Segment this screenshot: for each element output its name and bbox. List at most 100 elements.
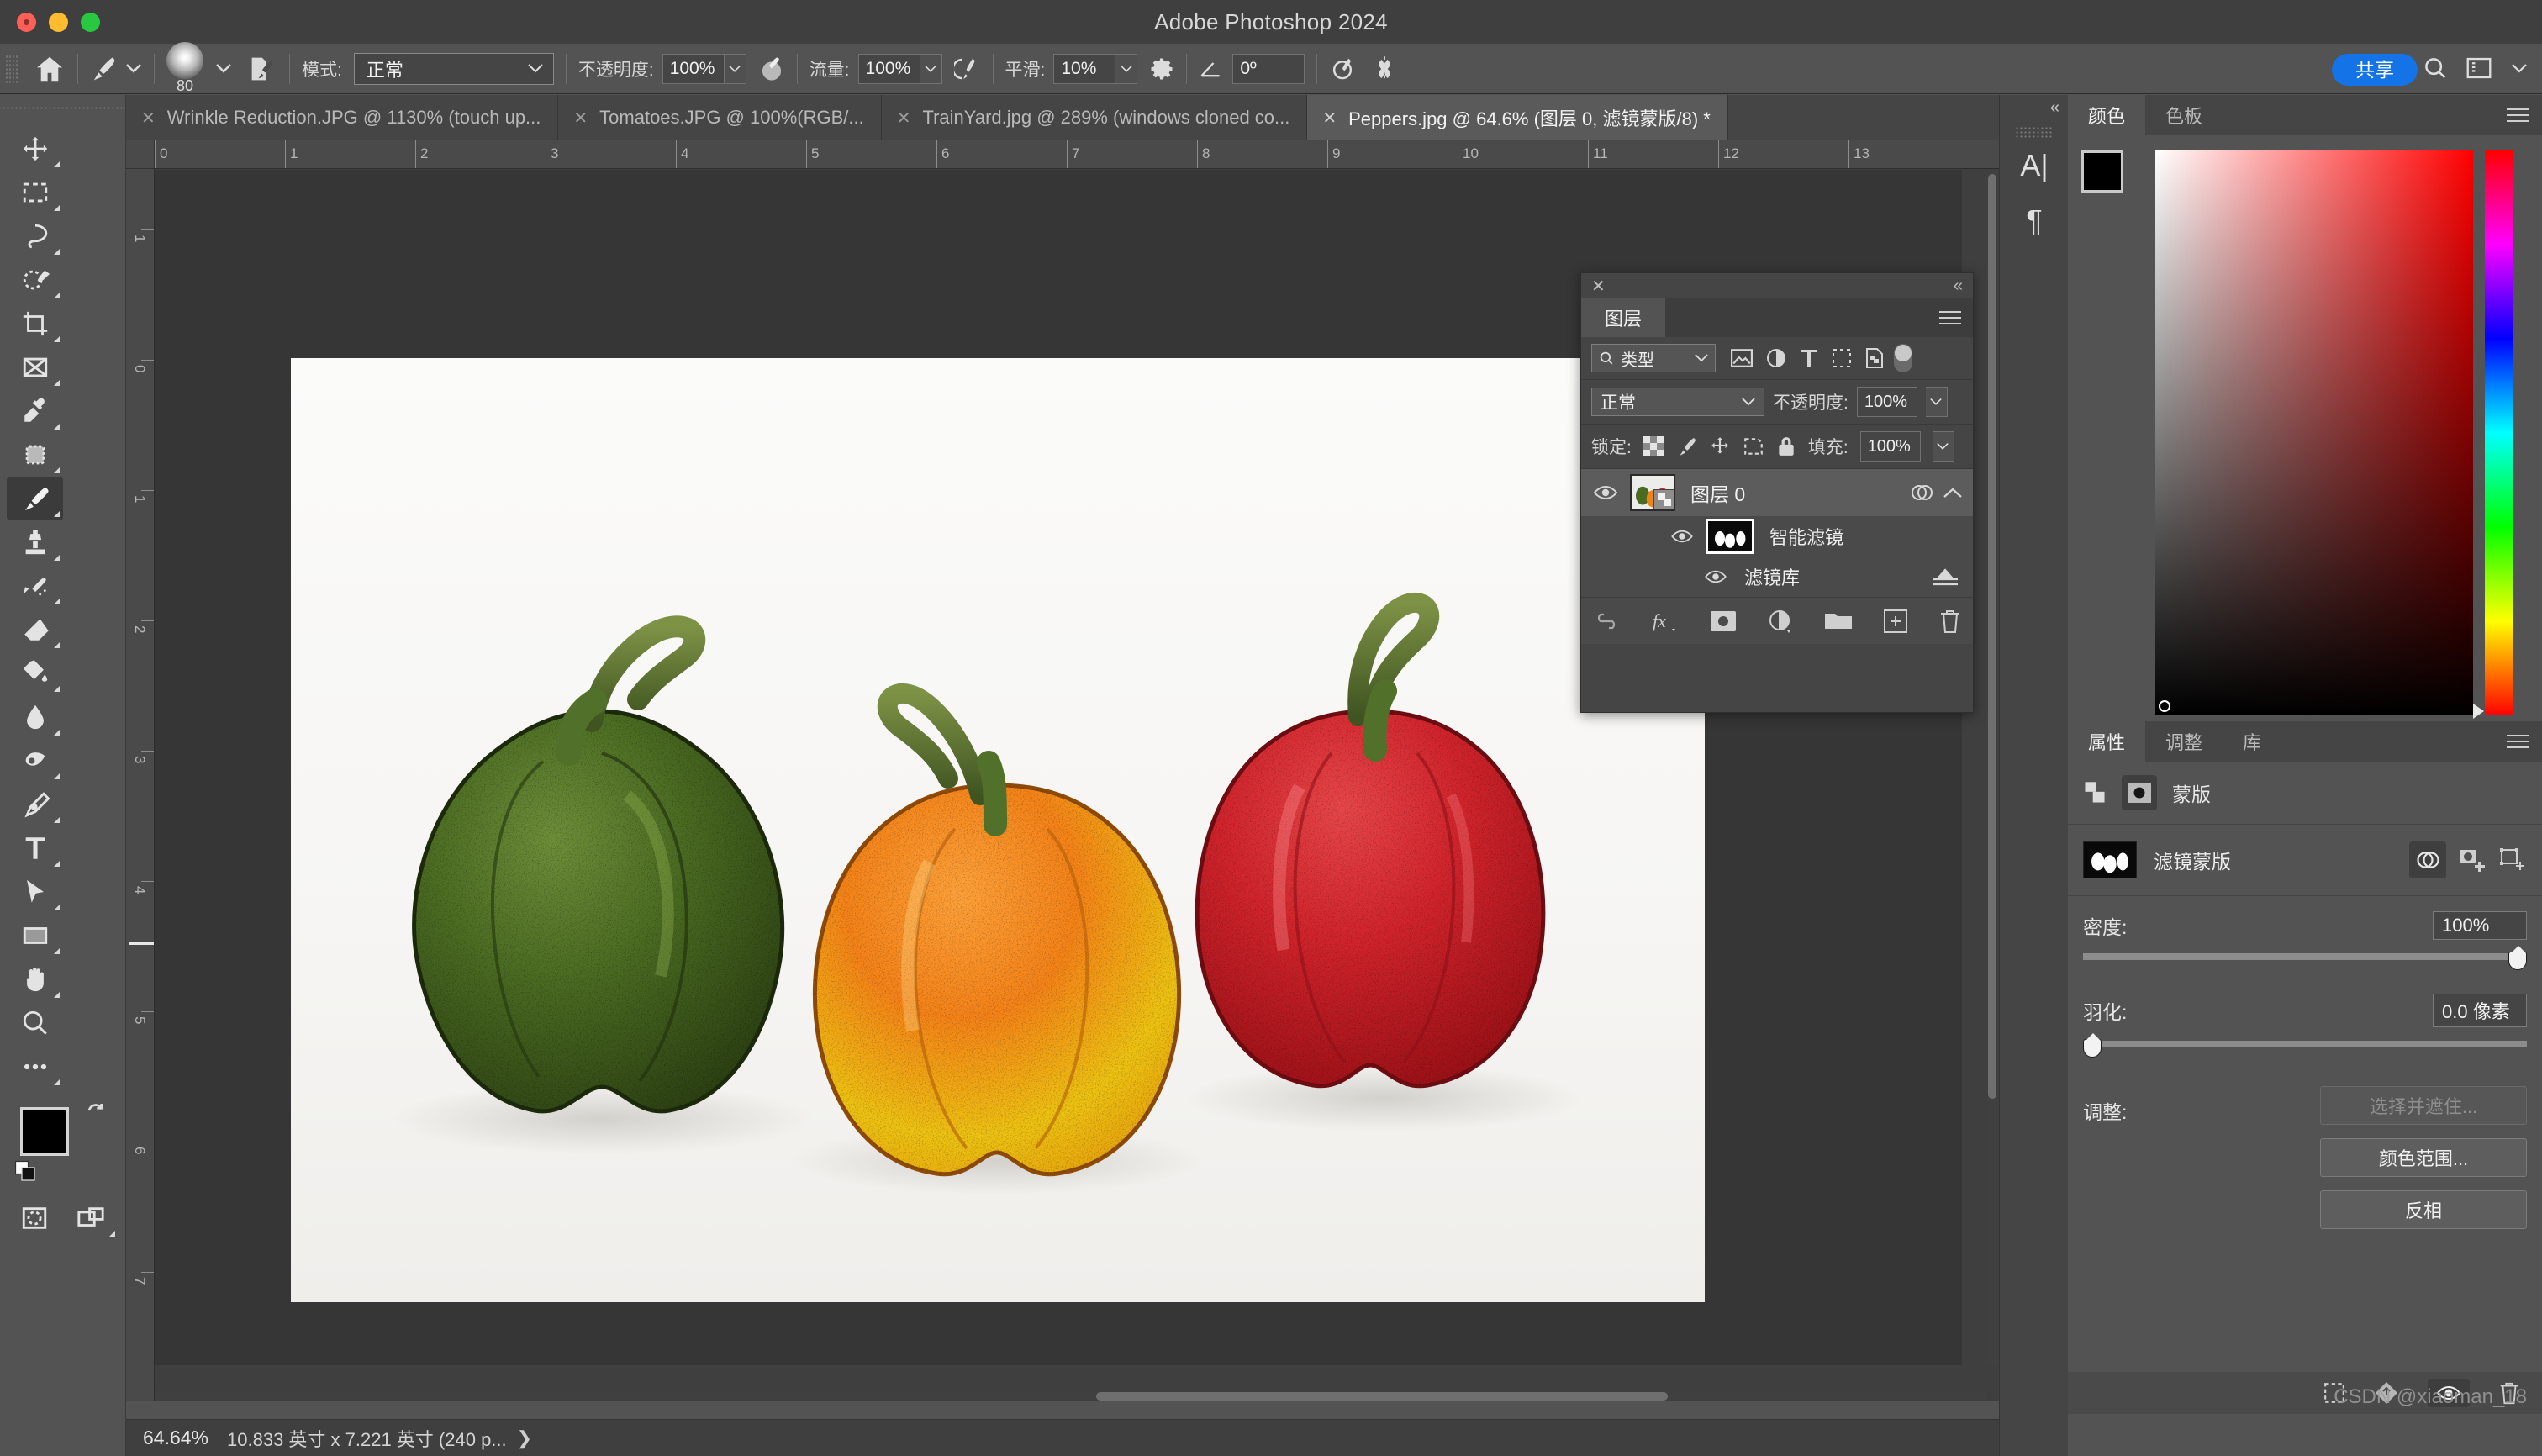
adjustment-layer-icon[interactable] <box>1768 609 1793 634</box>
layer-thumbnail[interactable] <box>1630 474 1675 511</box>
filter-mask-thumbnail[interactable] <box>2083 841 2137 878</box>
clone-stamp-tool[interactable] <box>7 520 63 564</box>
layer-name[interactable]: 图层 0 <box>1690 478 1745 507</box>
pen-tool[interactable] <box>7 783 63 826</box>
brush-size-chevron-down-icon[interactable] <box>215 63 232 74</box>
foreground-color-swatch[interactable] <box>2081 150 2123 193</box>
apply-mask-icon[interactable] <box>2374 1381 2399 1405</box>
close-icon[interactable]: ✕ <box>1322 108 1337 129</box>
hue-slider-marker[interactable] <box>2473 704 2484 719</box>
tab-libraries[interactable]: 库 <box>2223 721 2281 762</box>
vertical-ruler[interactable]: 1 0 1 2 3 4 5 6 7 <box>126 169 155 1401</box>
lock-position-icon[interactable] <box>1709 435 1731 457</box>
layer-opacity-input[interactable]: 100% <box>1856 387 1917 417</box>
home-icon[interactable] <box>34 53 66 85</box>
density-input[interactable]: 100% <box>2433 911 2527 940</box>
shape-filter-icon[interactable] <box>1832 348 1852 368</box>
close-icon[interactable]: ✕ <box>897 108 911 129</box>
layer-fill-chevron-down-icon[interactable] <box>1932 431 1954 462</box>
ruler-corner[interactable] <box>126 140 155 169</box>
tab-swatches[interactable]: 色板 <box>2145 95 2223 135</box>
scrollbar-thumb[interactable] <box>1988 174 1996 1099</box>
shape-tool[interactable] <box>7 914 63 957</box>
feather-input[interactable]: 0.0 像素 <box>2433 994 2527 1027</box>
hue-slider[interactable] <box>2473 150 2513 719</box>
eye-icon[interactable] <box>1704 569 1727 584</box>
brush-settings-icon[interactable] <box>249 55 277 83</box>
layer-row-0[interactable]: 图层 0 <box>1581 469 1973 516</box>
layer-filter-type-select[interactable]: 类型 <box>1591 344 1716 372</box>
add-pixel-mask-icon[interactable] <box>2460 848 2487 872</box>
color-range-button[interactable]: 颜色范围... <box>2320 1138 2527 1177</box>
double-chevron-left-icon[interactable]: « <box>1954 277 1963 296</box>
hamburger-menu-icon[interactable] <box>2507 721 2542 762</box>
opacity-input[interactable]: 100% <box>662 53 725 84</box>
search-icon[interactable] <box>2423 55 2448 81</box>
smart-filters-row[interactable]: 智能滤镜 <box>1581 516 1973 557</box>
eye-icon[interactable] <box>1581 484 1630 501</box>
brush-preset-chevron-down-icon[interactable] <box>125 63 142 74</box>
hand-tool[interactable] <box>7 957 63 1001</box>
delete-layer-icon[interactable] <box>1939 609 1961 634</box>
document-tab-1[interactable]: ✕ Wrinkle Reduction.JPG @ 1130% (touch u… <box>126 95 559 140</box>
layer-style-fx-icon[interactable]: fx <box>1652 609 1679 634</box>
smoothing-chevron-down-icon[interactable] <box>1115 53 1138 84</box>
options-bar-grip[interactable] <box>5 54 18 83</box>
adjustment-filter-icon[interactable] <box>1766 348 1786 368</box>
tab-adjustments[interactable]: 调整 <box>2145 721 2223 762</box>
workspace-icon[interactable] <box>2466 57 2492 79</box>
marquee-tool[interactable] <box>7 171 63 214</box>
dodge-tool[interactable] <box>7 739 63 783</box>
edit-toolbar-ellipsis-icon[interactable] <box>7 1045 63 1089</box>
foreground-color-swatch[interactable] <box>20 1107 69 1156</box>
airbrush-icon[interactable] <box>953 55 981 82</box>
history-brush-tool[interactable] <box>7 564 63 608</box>
document-tab-3[interactable]: ✕ TrainYard.jpg @ 289% (windows cloned c… <box>882 95 1308 140</box>
chevron-down-icon[interactable] <box>2510 63 2529 74</box>
character-panel-icon[interactable]: A| <box>2000 138 2069 193</box>
eraser-tool[interactable] <box>7 608 63 652</box>
filter-enable-toggle[interactable] <box>1894 344 1912 372</box>
hamburger-menu-icon[interactable] <box>1928 298 1973 337</box>
type-filter-icon[interactable] <box>1800 348 1818 368</box>
path-selection-tool[interactable] <box>7 870 63 914</box>
hamburger-menu-icon[interactable] <box>2507 95 2542 135</box>
paint-bucket-tool[interactable] <box>7 652 63 695</box>
brush-angle-input[interactable]: 0º <box>1232 53 1305 84</box>
lock-image-icon[interactable] <box>1675 435 1697 457</box>
tab-layers[interactable]: 图层 <box>1581 298 1666 337</box>
layer-opacity-chevron-down-icon[interactable] <box>1925 387 1948 417</box>
blur-tool[interactable] <box>7 695 63 739</box>
document-tab-2[interactable]: ✕ Tomatoes.JPG @ 100%(RGB/... <box>558 95 882 140</box>
add-vector-mask-icon[interactable] <box>2500 848 2527 872</box>
peppers-artwork[interactable] <box>291 358 1705 1302</box>
canvas-horizontal-scrollbar[interactable] <box>155 1391 1986 1401</box>
lock-all-icon[interactable] <box>1776 435 1796 457</box>
screen-mode-icon[interactable] <box>63 1196 119 1240</box>
double-chevron-left-icon[interactable]: « <box>2000 95 2068 118</box>
scrollbar-thumb[interactable] <box>1096 1392 1668 1401</box>
gear-icon[interactable] <box>1149 56 1174 82</box>
toggle-mask-icon[interactable] <box>2428 1379 2470 1407</box>
invert-button[interactable]: 反相 <box>2320 1190 2527 1229</box>
default-colors-icon[interactable] <box>13 1159 39 1184</box>
brush-tool[interactable] <box>7 477 63 520</box>
close-icon[interactable]: ✕ <box>1591 276 1606 297</box>
pixel-filter-icon[interactable] <box>1731 349 1753 367</box>
type-tool[interactable] <box>7 826 63 870</box>
link-layers-icon[interactable] <box>1593 613 1620 630</box>
symmetry-icon[interactable] <box>1371 55 1398 82</box>
eye-icon[interactable] <box>1670 529 1694 544</box>
quick-mask-icon[interactable] <box>7 1196 63 1240</box>
chevron-up-icon[interactable] <box>1943 487 1963 499</box>
document-tab-4-active[interactable]: ✕ Peppers.jpg @ 64.6% (图层 0, 滤镜蒙版/8) * <box>1307 95 1728 140</box>
layer-blend-mode-select[interactable]: 正常 <box>1591 388 1764 416</box>
layer-fill-input[interactable]: 100% <box>1859 431 1921 462</box>
spot-healing-brush-tool[interactable] <box>7 433 63 477</box>
flow-chevron-down-icon[interactable] <box>920 53 942 84</box>
eyedropper-tool[interactable] <box>7 389 63 433</box>
document-dimensions[interactable]: 10.833 英寸 x 7.221 英寸 (240 p... <box>227 1425 507 1452</box>
frame-tool[interactable] <box>7 346 63 389</box>
select-and-mask-button[interactable]: 选择并遮住... <box>2320 1086 2527 1125</box>
select-mask-icon[interactable] <box>2323 1382 2345 1404</box>
